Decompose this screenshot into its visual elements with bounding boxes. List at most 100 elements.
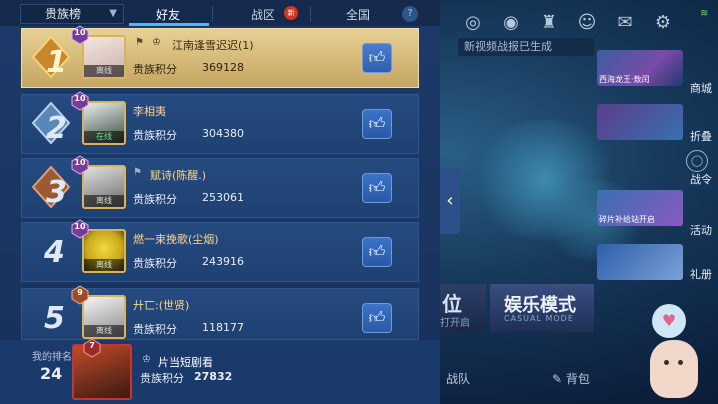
target-icon[interactable]: ◎ [460, 10, 486, 36]
video-report-banner[interactable]: 新视频战报已生成 [458, 38, 594, 56]
thumbs-up-icon: 👍︎ [368, 114, 386, 133]
rank-row-2[interactable]: 2 在线 10 李相夷 贵族积分 304380 👍︎ [21, 91, 419, 154]
ranked-mode-title: 位 [442, 292, 462, 316]
side-label-battle-pass[interactable]: 战令 [684, 171, 718, 187]
my-avatar[interactable] [72, 344, 132, 400]
my-rank-bar: 我的排名 24 7 ♔ 片当短剧看 贵族积分 27832 [0, 338, 440, 404]
ranking-panel: 贵族榜 ▼ 好友 战区 新 全国 ? 1 离线 10 ⚑ ♔ 江南逢雪迟迟(1)… [0, 0, 440, 404]
active-tab-indicator [129, 23, 209, 26]
rank-type-dropdown[interactable]: 贵族榜 ▼ [20, 4, 124, 24]
score-label: 贵族积分 [133, 257, 177, 270]
thumbs-up-icon: 👍︎ [368, 242, 386, 261]
bag-icon: ✎ [552, 372, 566, 386]
rank-number: 2 [46, 111, 67, 146]
tab-divider [310, 6, 311, 22]
settings-icon[interactable]: ⚙ [650, 10, 676, 36]
side-card-caption: 西海龙王·敖闰 [599, 75, 650, 84]
heart-icon[interactable]: ♥ [652, 304, 686, 338]
side-card-shop[interactable]: 西海龙王·敖闰 [597, 50, 683, 86]
noble-level: 10 [74, 222, 86, 231]
ranked-mode-sub: 打开启 [440, 318, 470, 329]
chevron-down-icon: ▼ [109, 8, 117, 19]
mascot-eye [678, 360, 683, 365]
rank-number: 1 [46, 45, 67, 80]
like-button[interactable]: 👍︎ [362, 303, 392, 333]
score-label: 贵族积分 [133, 323, 177, 336]
side-card-gift[interactable] [597, 244, 683, 280]
online-status: 在线 [84, 131, 124, 143]
noble-level: 10 [74, 94, 86, 103]
rank-number: 4 [44, 235, 65, 270]
rank-number: 3 [46, 175, 67, 210]
thumbs-up-icon: 👍︎ [368, 308, 386, 327]
score-value: 253061 [202, 191, 244, 204]
bag-button[interactable]: ✎ 背包 [552, 370, 590, 387]
help-icon[interactable]: ? [402, 6, 418, 22]
score-value: 243916 [202, 255, 244, 268]
eye-icon[interactable]: ◉ [498, 10, 524, 36]
like-button[interactable]: 👍︎ [362, 237, 392, 267]
side-card-event[interactable]: 碎片补给站开启 [597, 190, 683, 226]
new-badge: 新 [284, 6, 298, 20]
noble-level-badge: 10 [70, 25, 90, 45]
casual-mode-sub: CASUAL MODE [504, 314, 574, 323]
thumbs-up-icon: 👍︎ [368, 48, 386, 67]
noble-level-badge: 10 [70, 155, 90, 175]
rank-row-1[interactable]: 1 离线 10 ⚑ ♔ 江南逢雪迟迟(1) 贵族积分 369128 👍︎ [21, 25, 419, 88]
mascot-eye [664, 360, 669, 365]
my-rank-number: 24 [40, 364, 63, 383]
battle-pass-icon[interactable]: ◯ [686, 150, 708, 172]
tab-region[interactable]: 战区 [251, 6, 275, 23]
side-card-caption: 碎片补给站开启 [599, 215, 655, 224]
wifi-icon: ≋ [700, 8, 709, 19]
rank-number: 5 [44, 301, 65, 336]
collapse-panel-button[interactable]: ‹ [440, 168, 460, 234]
side-label-shop[interactable]: 商城 [684, 80, 718, 96]
ranked-mode-button[interactable]: 位 打开启 [440, 284, 486, 332]
player-name: 江南逢雪迟迟(1) [172, 39, 254, 52]
noble-level: 10 [74, 28, 86, 37]
team-button[interactable]: 战队 [446, 370, 470, 387]
rank-row-5[interactable]: 5 离线 9 廾匸:(世贤) 贵族积分 118177 👍︎ [21, 285, 419, 340]
online-status: 离线 [84, 195, 124, 207]
casual-mode-button[interactable]: 娱乐模式 CASUAL MODE [490, 284, 594, 332]
trophy-icon[interactable]: ♜ [536, 10, 562, 36]
rank-row-3[interactable]: 3 离线 10 ⚑ 赋诗(陈醒.) 贵族积分 253061 👍︎ [21, 155, 419, 218]
flag-icon: ⚑ [133, 167, 142, 178]
top-icon-bar: ◎ ◉ ♜ ☺ ✉ ⚙ [460, 10, 676, 36]
vip-icon: ♔ [152, 37, 161, 48]
online-status: 离线 [84, 325, 124, 337]
my-rank-label: 我的排名 [32, 352, 72, 363]
player-name: 燃一束挽歌(尘烟) [133, 233, 219, 246]
score-label: 贵族积分 [133, 63, 177, 76]
flag-icon: ⚑ [135, 37, 144, 48]
noble-level: 7 [89, 341, 95, 350]
side-card-discount[interactable] [597, 104, 683, 140]
score-label: 贵族积分 [133, 129, 177, 142]
my-score-label: 贵族积分 [140, 372, 184, 385]
rank-row-4[interactable]: 4 离线 10 燃一束挽歌(尘烟) 贵族积分 243916 👍︎ [21, 219, 419, 282]
score-value: 118177 [202, 321, 244, 334]
player-name: 李相夷 [133, 105, 166, 118]
tab-divider [212, 6, 213, 22]
side-label-discount[interactable]: 折叠 [684, 128, 718, 144]
thumbs-up-icon: 👍︎ [368, 178, 386, 197]
score-value: 369128 [202, 61, 244, 74]
mail-icon[interactable]: ✉ [612, 10, 638, 36]
dropdown-label: 贵族榜 [45, 7, 82, 21]
mascot[interactable] [650, 340, 698, 398]
noble-level-badge: 10 [70, 91, 90, 111]
tab-national[interactable]: 全国 [346, 6, 370, 23]
tab-friends[interactable]: 好友 [156, 6, 180, 23]
noble-level-badge: 9 [70, 285, 90, 305]
online-status: 离线 [84, 65, 124, 77]
online-status: 离线 [84, 259, 124, 271]
score-label: 贵族积分 [133, 193, 177, 206]
like-button[interactable]: 👍︎ [362, 109, 392, 139]
side-label-gift[interactable]: 礼册 [684, 266, 718, 282]
like-button[interactable]: 👍︎ [362, 173, 392, 203]
side-label-event[interactable]: 活动 [684, 222, 718, 238]
people-icon[interactable]: ☺ [574, 10, 600, 36]
like-button[interactable]: 👍︎ [362, 43, 392, 73]
score-value: 304380 [202, 127, 244, 140]
